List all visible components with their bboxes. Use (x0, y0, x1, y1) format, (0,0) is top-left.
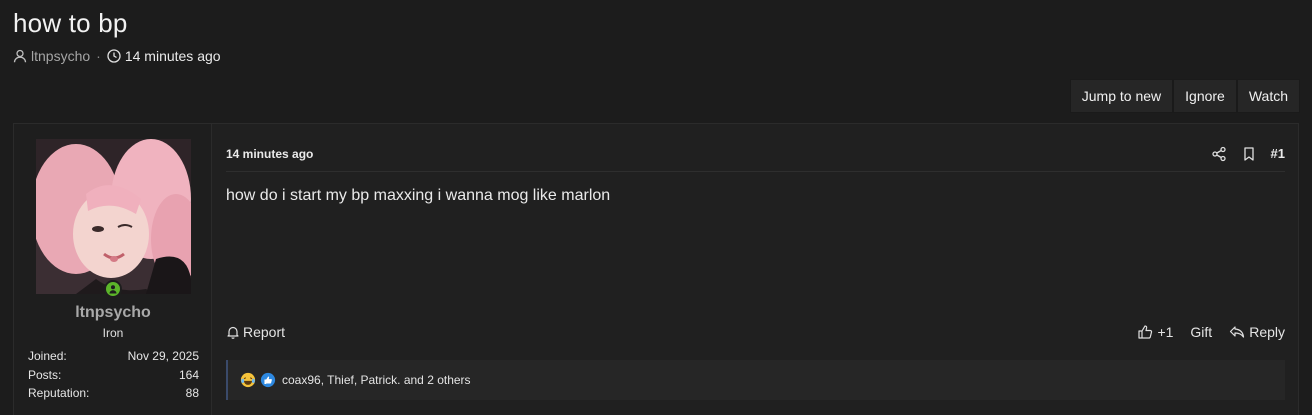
post-footer: Report +1 Gift Reply (226, 322, 1285, 342)
laughing-crying-emoji-icon (240, 372, 256, 388)
post-actions: +1 Gift Reply (1137, 324, 1285, 340)
post-tools: #1 (1211, 146, 1285, 162)
stat-label: Reputation: (28, 386, 90, 401)
online-status-icon (104, 280, 122, 298)
stat-label: Joined: (28, 349, 67, 364)
user-icon (13, 49, 27, 63)
post-body: how do i start my bp maxxing i wanna mog… (226, 187, 611, 204)
stat-value: 88 (185, 386, 199, 401)
stat-value: Nov 29, 2025 (127, 349, 199, 364)
jump-to-new-button[interactable]: Jump to new (1069, 79, 1174, 113)
thread-actions: Jump to new Ignore Watch (1069, 79, 1300, 113)
reply-icon (1230, 326, 1245, 338)
post-number-link[interactable]: #1 (1271, 146, 1285, 161)
thread-meta: ltnpsycho · 14 minutes ago (13, 48, 221, 64)
stat-label: Posts: (28, 367, 62, 382)
bookmark-icon[interactable] (1241, 146, 1257, 162)
stat-value[interactable]: 164 (179, 368, 199, 382)
report-button[interactable]: Report (226, 324, 285, 340)
user-title: Iron (102, 326, 124, 340)
plus-one-label: +1 (1157, 324, 1174, 340)
report-label: Report (243, 324, 286, 340)
post-main: 14 minutes ago #1 how do i start my bp m… (213, 124, 1298, 415)
reply-button[interactable]: Reply (1229, 324, 1285, 340)
watch-button[interactable]: Watch (1236, 79, 1300, 113)
post-user-panel: ltnpsycho Iron Joined: Nov 29, 2025 Post… (14, 124, 212, 415)
post: ltnpsycho Iron Joined: Nov 29, 2025 Post… (13, 123, 1299, 415)
ignore-button[interactable]: Ignore (1173, 79, 1237, 113)
post-time[interactable]: 14 minutes ago (226, 147, 313, 161)
thread-time[interactable]: 14 minutes ago (125, 48, 221, 64)
post-header: 14 minutes ago #1 (226, 136, 1285, 172)
like-button[interactable]: +1 (1137, 324, 1173, 340)
username[interactable]: ltnpsycho (14, 304, 212, 322)
thread-title: how to bp (13, 8, 128, 38)
reply-label: Reply (1249, 324, 1285, 340)
avatar[interactable] (36, 139, 191, 294)
thumbs-up-icon (1138, 325, 1153, 339)
reactions-users[interactable]: coax96, Thief, Patrick. and 2 others (282, 373, 471, 387)
stat-row-posts: Posts: 164 (28, 366, 199, 385)
meta-separator: · (96, 48, 101, 64)
stat-row-joined: Joined: Nov 29, 2025 (28, 347, 199, 366)
share-icon[interactable] (1211, 146, 1227, 162)
gift-label: Gift (1190, 324, 1213, 340)
clock-icon (107, 49, 121, 63)
reactions-bar[interactable]: coax96, Thief, Patrick. and 2 others (226, 360, 1285, 400)
stat-row-reputation: Reputation: 88 (28, 384, 199, 403)
user-stats: Joined: Nov 29, 2025 Posts: 164 Reputati… (28, 347, 199, 403)
thread-author-link[interactable]: ltnpsycho (31, 48, 90, 64)
bell-icon (227, 326, 239, 339)
gift-button[interactable]: Gift (1190, 324, 1212, 340)
thumbs-up-emoji-icon (260, 372, 276, 388)
